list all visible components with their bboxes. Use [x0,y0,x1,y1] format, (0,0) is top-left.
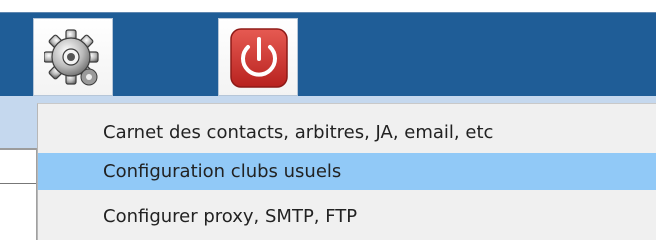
toolbar [0,12,656,97]
menu-item-contacts[interactable]: Carnet des contacts, arbitres, JA, email… [38,114,656,151]
separator [0,183,36,184]
power-button[interactable] [218,18,298,96]
menu-item-proxy-config[interactable]: Configurer proxy, SMTP, FTP [38,198,656,235]
menu-item-clubs-config[interactable]: Configuration clubs usuels [38,153,656,190]
separator [0,148,36,150]
settings-button[interactable] [33,18,113,96]
gear-icon [44,29,99,86]
dropdown-menu: Carnet des contacts, arbitres, JA, email… [37,103,656,240]
power-icon [230,28,288,88]
